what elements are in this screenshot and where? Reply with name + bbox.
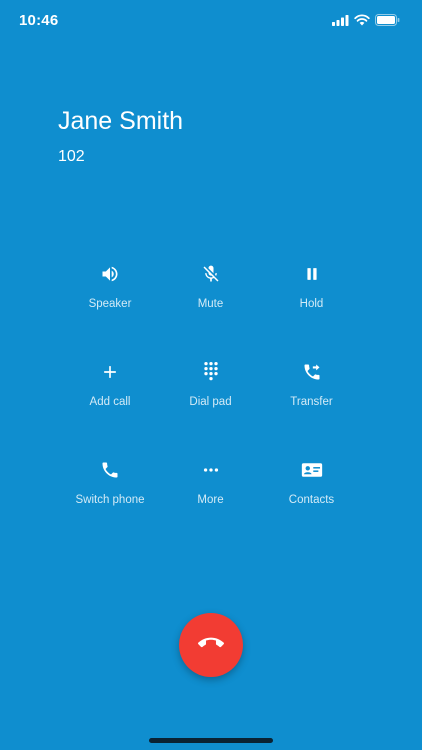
status-icons	[332, 14, 400, 26]
contacts-label: Contacts	[288, 494, 335, 506]
signal-icon	[332, 14, 349, 26]
speaker-icon	[98, 262, 122, 286]
more-horizontal-icon	[199, 458, 223, 482]
call-controls: Speaker Mute Hold Add call Dial pad Tran…	[60, 262, 362, 556]
dial-pad-button[interactable]: Dial pad	[160, 360, 261, 458]
transfer-label: Transfer	[290, 396, 333, 408]
transfer-button[interactable]: Transfer	[261, 360, 362, 458]
add-call-button[interactable]: Add call	[60, 360, 160, 458]
mic-off-icon	[199, 262, 223, 286]
dial-pad-label: Dial pad	[189, 396, 232, 408]
speaker-button[interactable]: Speaker	[60, 262, 160, 360]
end-call-icon	[198, 630, 224, 661]
add-call-label: Add call	[89, 396, 131, 408]
contact-card-icon	[300, 458, 324, 482]
more-button[interactable]: More	[160, 458, 261, 556]
more-label: More	[197, 494, 224, 506]
battery-icon	[375, 14, 400, 26]
speaker-label: Speaker	[88, 298, 132, 310]
status-bar: 10:46	[0, 0, 422, 44]
pause-icon	[300, 262, 324, 286]
home-indicator[interactable]	[149, 738, 273, 743]
hold-button[interactable]: Hold	[261, 262, 362, 360]
wifi-icon	[354, 14, 370, 26]
caller-name: Jane Smith	[58, 107, 184, 135]
switch-phone-label: Switch phone	[75, 494, 145, 506]
caller-number: 102	[58, 148, 85, 165]
end-call-button[interactable]	[179, 613, 243, 677]
mute-button[interactable]: Mute	[160, 262, 261, 360]
status-time: 10:46	[19, 12, 59, 29]
mute-label: Mute	[197, 298, 224, 310]
transfer-call-icon	[300, 360, 324, 384]
switch-phone-button[interactable]: Switch phone	[60, 458, 160, 556]
contacts-button[interactable]: Contacts	[261, 458, 362, 556]
phone-icon	[98, 458, 122, 482]
plus-icon	[98, 360, 122, 384]
dialpad-icon	[199, 360, 223, 384]
hold-label: Hold	[299, 298, 324, 310]
